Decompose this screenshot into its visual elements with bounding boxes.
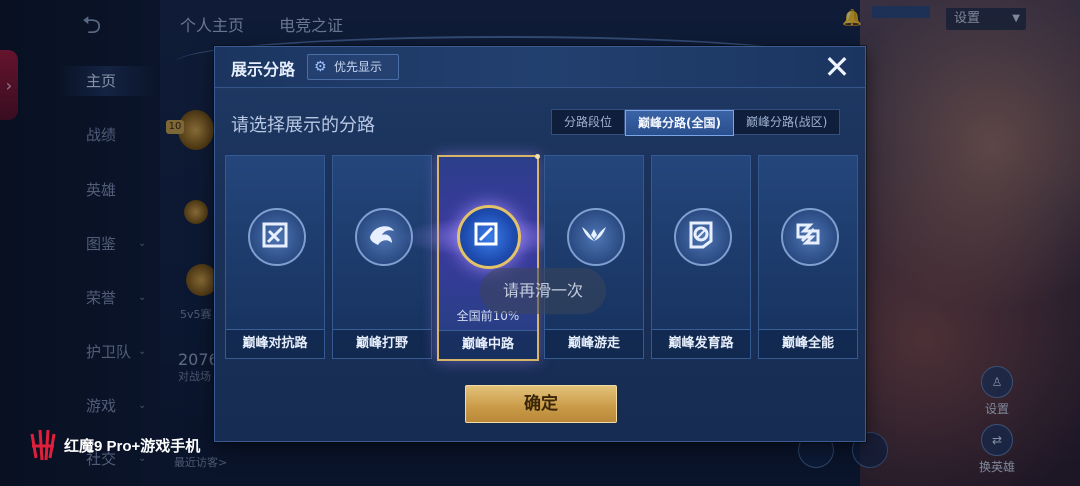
role-card-farm[interactable]: 巅峰发育路 xyxy=(651,155,751,359)
segment-lane-rank[interactable]: 分路段位 xyxy=(552,110,626,134)
mid-lane-icon xyxy=(457,205,521,269)
priority-display-label: 优先显示 xyxy=(334,60,383,74)
wings-icon xyxy=(567,208,625,266)
role-card-label: 巅峰打野 xyxy=(333,329,431,358)
close-icon[interactable]: ✕ xyxy=(819,49,855,85)
red-magic-logo xyxy=(30,429,56,461)
dialog-title: 展示分路 xyxy=(231,60,296,79)
confirm-button[interactable]: 确定 xyxy=(465,385,617,423)
gear-icon: ⚙ xyxy=(314,59,327,75)
device-watermark: 红魔9 Pro+游戏手机 xyxy=(28,428,200,462)
role-card-roam[interactable]: 巅峰游走 xyxy=(544,155,644,359)
role-card-mid[interactable]: 全国前10% 巅峰中路 xyxy=(399,154,579,361)
role-card-label: 巅峰发育路 xyxy=(652,329,750,358)
role-card-top[interactable]: 巅峰对抗路 xyxy=(225,155,325,359)
toast-message: 请再滑一次 xyxy=(480,268,606,314)
allround-icon xyxy=(781,208,839,266)
role-card-allround[interactable]: 巅峰全能 xyxy=(758,155,858,359)
role-card-label: 巅峰中路 xyxy=(439,330,537,359)
segment-peak-region[interactable]: 巅峰分路(战区) xyxy=(734,110,839,134)
watermark-text: 红魔9 Pro+游戏手机 xyxy=(64,437,201,455)
priority-display-button[interactable]: ⚙ 优先显示 xyxy=(307,54,399,80)
role-card-label: 巅峰对抗路 xyxy=(226,329,324,358)
selection-prompt: 请选择展示的分路 xyxy=(231,115,375,136)
role-card-label: 巅峰全能 xyxy=(759,329,857,358)
role-card-list: 巅峰对抗路 巅峰打野 全国前10% 巅峰中路 巅峰游走 巅峰发育路 巅峰全能 xyxy=(225,154,858,361)
lane-display-dialog: 展示分路 ⚙ 优先显示 ✕ 请选择展示的分路 分路段位 巅峰分路(全国) 巅峰分… xyxy=(214,46,866,442)
segment-peak-national[interactable]: 巅峰分路(全国) xyxy=(625,110,734,136)
role-card-jungle[interactable]: 巅峰打野 xyxy=(332,155,432,359)
lane-rank-segmented-control: 分路段位 巅峰分路(全国) 巅峰分路(战区) xyxy=(551,109,841,136)
sword-cross-icon xyxy=(248,208,306,266)
selection-corner-dot xyxy=(535,154,540,159)
role-card-label: 巅峰游走 xyxy=(545,329,643,358)
target-icon xyxy=(674,208,732,266)
